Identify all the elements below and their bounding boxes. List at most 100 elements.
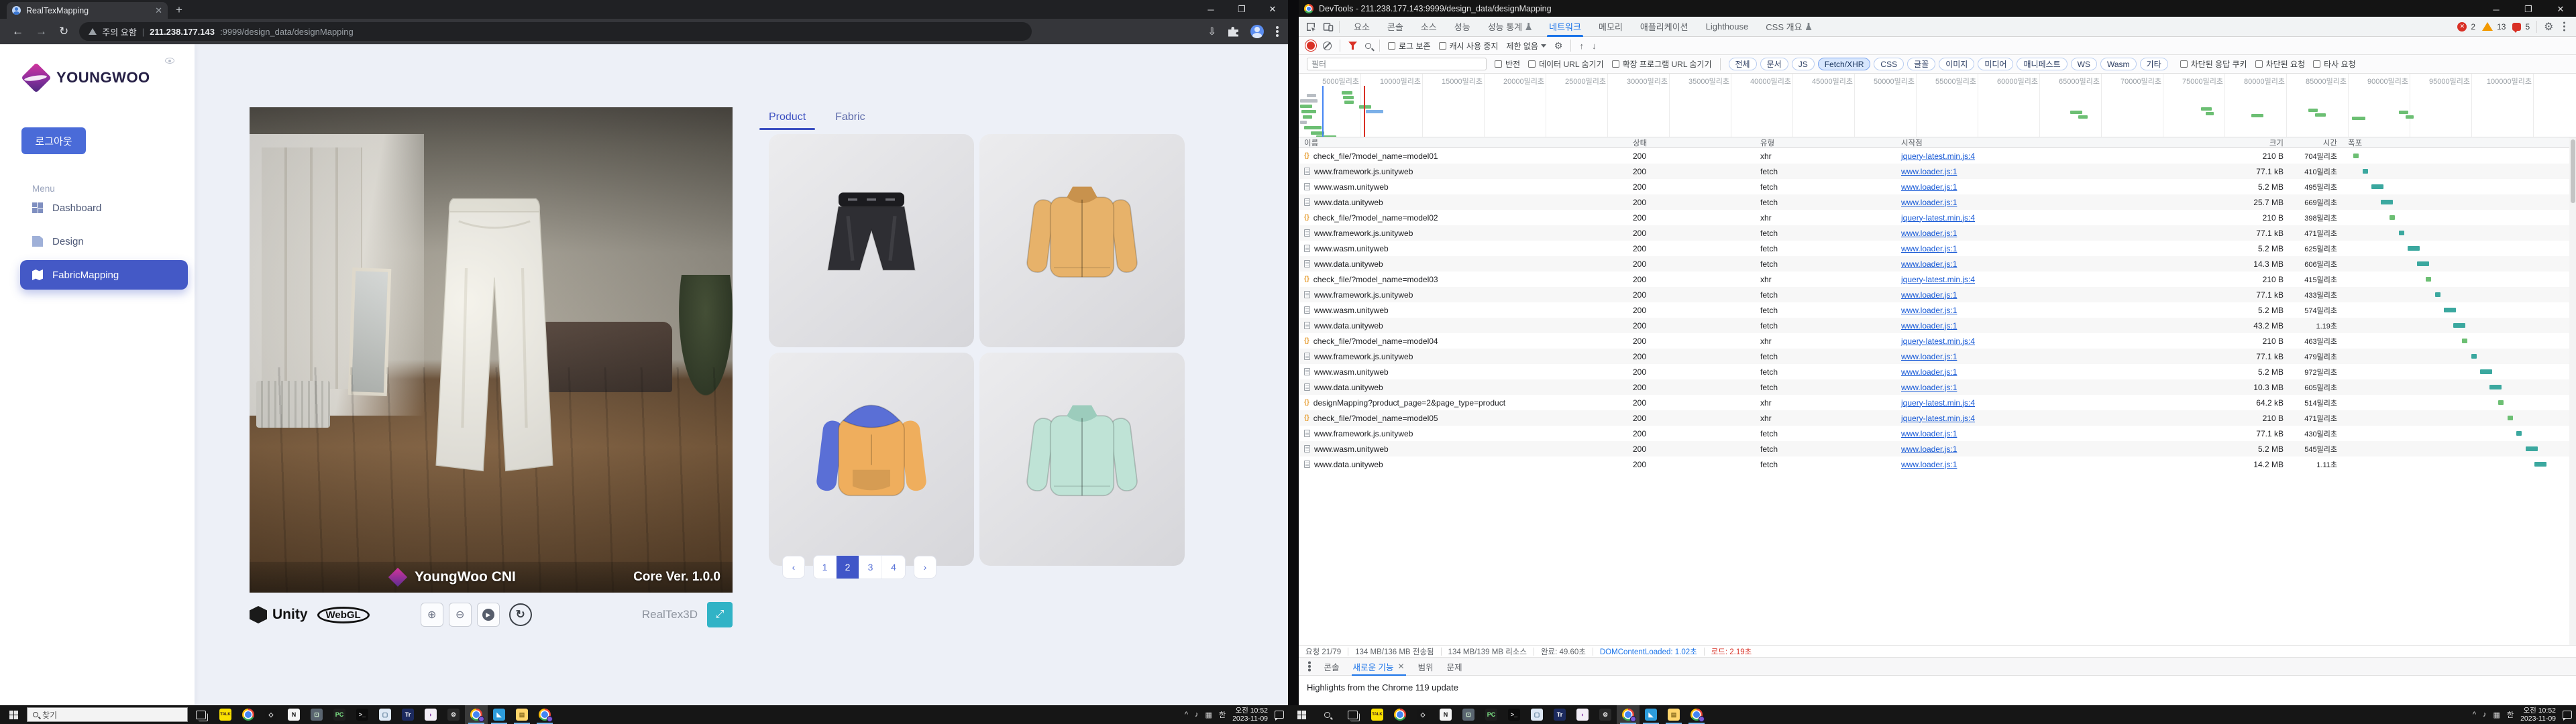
devtools-tab-요소[interactable]: 요소 <box>1345 17 1379 37</box>
table-row[interactable]: www.data.unityweb200fetchwww.loader.js:1… <box>1299 256 2571 272</box>
sidebar-item-design[interactable]: Design <box>20 227 188 256</box>
initiator-link[interactable]: www.loader.js:1 <box>1901 167 1957 176</box>
filter-pill-JS[interactable]: JS <box>1792 58 1815 70</box>
hide-extension-urls-checkbox[interactable] <box>1612 60 1619 68</box>
whats-new-headline[interactable]: Highlights from the Chrome 119 update <box>1307 682 1458 692</box>
taskbar-app-nav-app[interactable]: ◣ <box>488 705 511 724</box>
taskbar-app-paint[interactable]: ◗ <box>1571 705 1594 724</box>
initiator-link[interactable]: www.loader.js:1 <box>1901 429 1957 438</box>
tray-icon-1[interactable]: ♪ <box>1195 711 1199 719</box>
devtools-menu-icon[interactable] <box>2563 25 2566 28</box>
new-tab-button[interactable]: + <box>176 4 182 15</box>
devtools-maximize-button[interactable]: ❐ <box>2513 0 2544 19</box>
devtools-tab-콘솔[interactable]: 콘솔 <box>1379 17 1412 37</box>
initiator-link[interactable]: www.loader.js:1 <box>1901 321 1957 330</box>
site-warning-icon[interactable] <box>89 28 97 35</box>
table-row[interactable]: www.data.unityweb200fetchwww.loader.js:1… <box>1299 194 2571 210</box>
initiator-link[interactable]: www.loader.js:1 <box>1901 352 1957 361</box>
drawer-tab-범위[interactable]: 범위 <box>1411 657 1440 676</box>
product-card-orange-jacket[interactable] <box>979 134 1185 347</box>
blocked-checkbox-0[interactable] <box>2180 60 2188 68</box>
drawer-menu-icon[interactable] <box>1308 665 1311 668</box>
initiator-link[interactable]: www.loader.js:1 <box>1901 444 1957 454</box>
address-bar[interactable]: 주의 요함 | 211.238.177.143 :9999/design_dat… <box>79 22 1032 41</box>
invert-checkbox[interactable] <box>1495 60 1502 68</box>
network-scrollbar[interactable] <box>2569 137 2576 645</box>
sidebar-item-dashboard[interactable]: Dashboard <box>20 193 188 223</box>
initiator-link[interactable]: www.loader.js:1 <box>1901 460 1957 469</box>
network-scrollbar-thumb[interactable] <box>2571 139 2575 203</box>
start-button[interactable] <box>0 705 27 724</box>
taskbar-app-vpn-lock[interactable]: ⊡ <box>1457 705 1480 724</box>
filter-pill-WS[interactable]: WS <box>2071 58 2097 70</box>
taskbar-clock[interactable]: 오전 10:522023-11-09 <box>1232 707 1268 723</box>
taskbar-app-notion[interactable]: N <box>1434 705 1457 724</box>
initiator-link[interactable]: jquery-latest.min.js:4 <box>1901 337 1975 346</box>
filter-input[interactable]: 필터 <box>1307 58 1487 70</box>
logout-button[interactable]: 로그아웃 <box>21 127 86 154</box>
devtools-tab-메모리[interactable]: 메모리 <box>1590 17 1631 37</box>
filter-pill-기타[interactable]: 기타 <box>2140 58 2168 70</box>
taskbar-app-notion[interactable]: N <box>282 705 305 724</box>
taskbar-app-chrome[interactable] <box>1389 705 1411 724</box>
minimize-button[interactable]: ─ <box>1195 0 1226 19</box>
tab-close-icon[interactable]: ✕ <box>155 5 162 16</box>
table-row[interactable]: {}check_file/?model_name=model05200xhrjq… <box>1299 410 2571 426</box>
table-row[interactable]: www.framework.js.unityweb200fetchwww.loa… <box>1299 225 2571 241</box>
initiator-link[interactable]: www.loader.js:1 <box>1901 182 1957 192</box>
network-search-icon[interactable] <box>1365 43 1371 49</box>
initiator-link[interactable]: jquery-latest.min.js:4 <box>1901 152 1975 161</box>
drawer-tab-close-icon[interactable]: ✕ <box>1398 662 1405 671</box>
taskbar-app-chrome-youngwoo-2[interactable] <box>533 705 556 724</box>
unity-3d-viewer[interactable]: YoungWoo CNI Core Ver. 1.0.0 <box>250 107 733 593</box>
filter-pill-글꼴[interactable]: 글꼴 <box>1907 58 1935 70</box>
next-page-button[interactable]: › <box>914 556 936 579</box>
preserve-log-checkbox[interactable] <box>1388 42 1395 50</box>
filter-pill-미디어[interactable]: 미디어 <box>1978 58 2013 70</box>
devtools-close-button[interactable]: ✕ <box>2545 0 2576 19</box>
page-button-2[interactable]: 2 <box>837 556 859 579</box>
taskbar-app-photo-viewer[interactable]: ▢ <box>374 705 396 724</box>
filter-pill-문서[interactable]: 문서 <box>1760 58 1788 70</box>
site-warning-text[interactable]: 주의 요함 <box>102 25 136 38</box>
table-row[interactable]: www.wasm.unityweb200fetchwww.loader.js:1… <box>1299 364 2571 379</box>
page-button-4[interactable]: 4 <box>882 556 905 579</box>
prev-page-button[interactable]: ‹ <box>782 556 805 579</box>
tray-icon-2[interactable]: ▦ <box>2493 711 2500 719</box>
record-button[interactable] <box>1307 42 1315 50</box>
table-row[interactable]: {}check_file/?model_name=model04200xhrjq… <box>1299 333 2571 349</box>
taskbar-app-terminal[interactable]: >_ <box>1503 705 1525 724</box>
network-overview-band[interactable]: 5000밀리초10000밀리초15000밀리초20000밀리초25000밀리초3… <box>1299 74 2576 137</box>
hide-data-urls-checkbox[interactable] <box>1528 60 1536 68</box>
notification-center-icon[interactable] <box>2563 711 2572 719</box>
zoom-in-button[interactable]: ⊕ <box>421 603 443 627</box>
drawer-tab-문제[interactable]: 문제 <box>1440 657 1469 676</box>
column-header-유형[interactable]: 유형 <box>1755 137 1896 148</box>
reset-view-button[interactable]: ↻ <box>509 603 532 626</box>
browser-menu-icon[interactable] <box>1276 30 1279 33</box>
taskbar-app-chrome-youngwoo[interactable] <box>1617 705 1640 724</box>
initiator-link[interactable]: www.loader.js:1 <box>1901 290 1957 300</box>
tray-icon-3[interactable]: 한 <box>2507 709 2514 720</box>
column-header-이름[interactable]: 이름 <box>1299 137 1627 148</box>
download-icon[interactable]: ⇩ <box>1208 25 1216 38</box>
devtools-tab-성능 통계[interactable]: 성능 통계 <box>1479 17 1540 37</box>
network-conditions-icon[interactable]: ⚙ <box>1554 40 1563 52</box>
devtools-settings-icon[interactable]: ⚙ <box>2544 20 2553 34</box>
filter-pill-Wasm[interactable]: Wasm <box>2100 58 2137 70</box>
tab-product[interactable]: Product <box>769 111 806 130</box>
column-header-시작점[interactable]: 시작점 <box>1896 137 2178 148</box>
maximize-button[interactable]: ❐ <box>1226 0 1257 19</box>
taskbar-app-pycharm[interactable]: PC <box>328 705 351 724</box>
profile-avatar[interactable] <box>1250 25 1264 38</box>
page-button-1[interactable]: 1 <box>814 556 837 579</box>
close-button[interactable]: ✕ <box>1257 0 1288 19</box>
taskbar-app-paint[interactable]: ◗ <box>419 705 442 724</box>
taskbar-app-terminal[interactable]: >_ <box>351 705 374 724</box>
taskbar-app-nav-app[interactable]: ◣ <box>1640 705 1662 724</box>
zoom-out-button[interactable]: ⊖ <box>449 603 472 627</box>
taskbar-app-chrome-youngwoo[interactable] <box>465 705 488 724</box>
blocked-checkbox-2[interactable] <box>2313 60 2320 68</box>
taskbar-app-chrome[interactable] <box>237 705 260 724</box>
error-badge-icon[interactable]: ✕ <box>2457 22 2467 32</box>
